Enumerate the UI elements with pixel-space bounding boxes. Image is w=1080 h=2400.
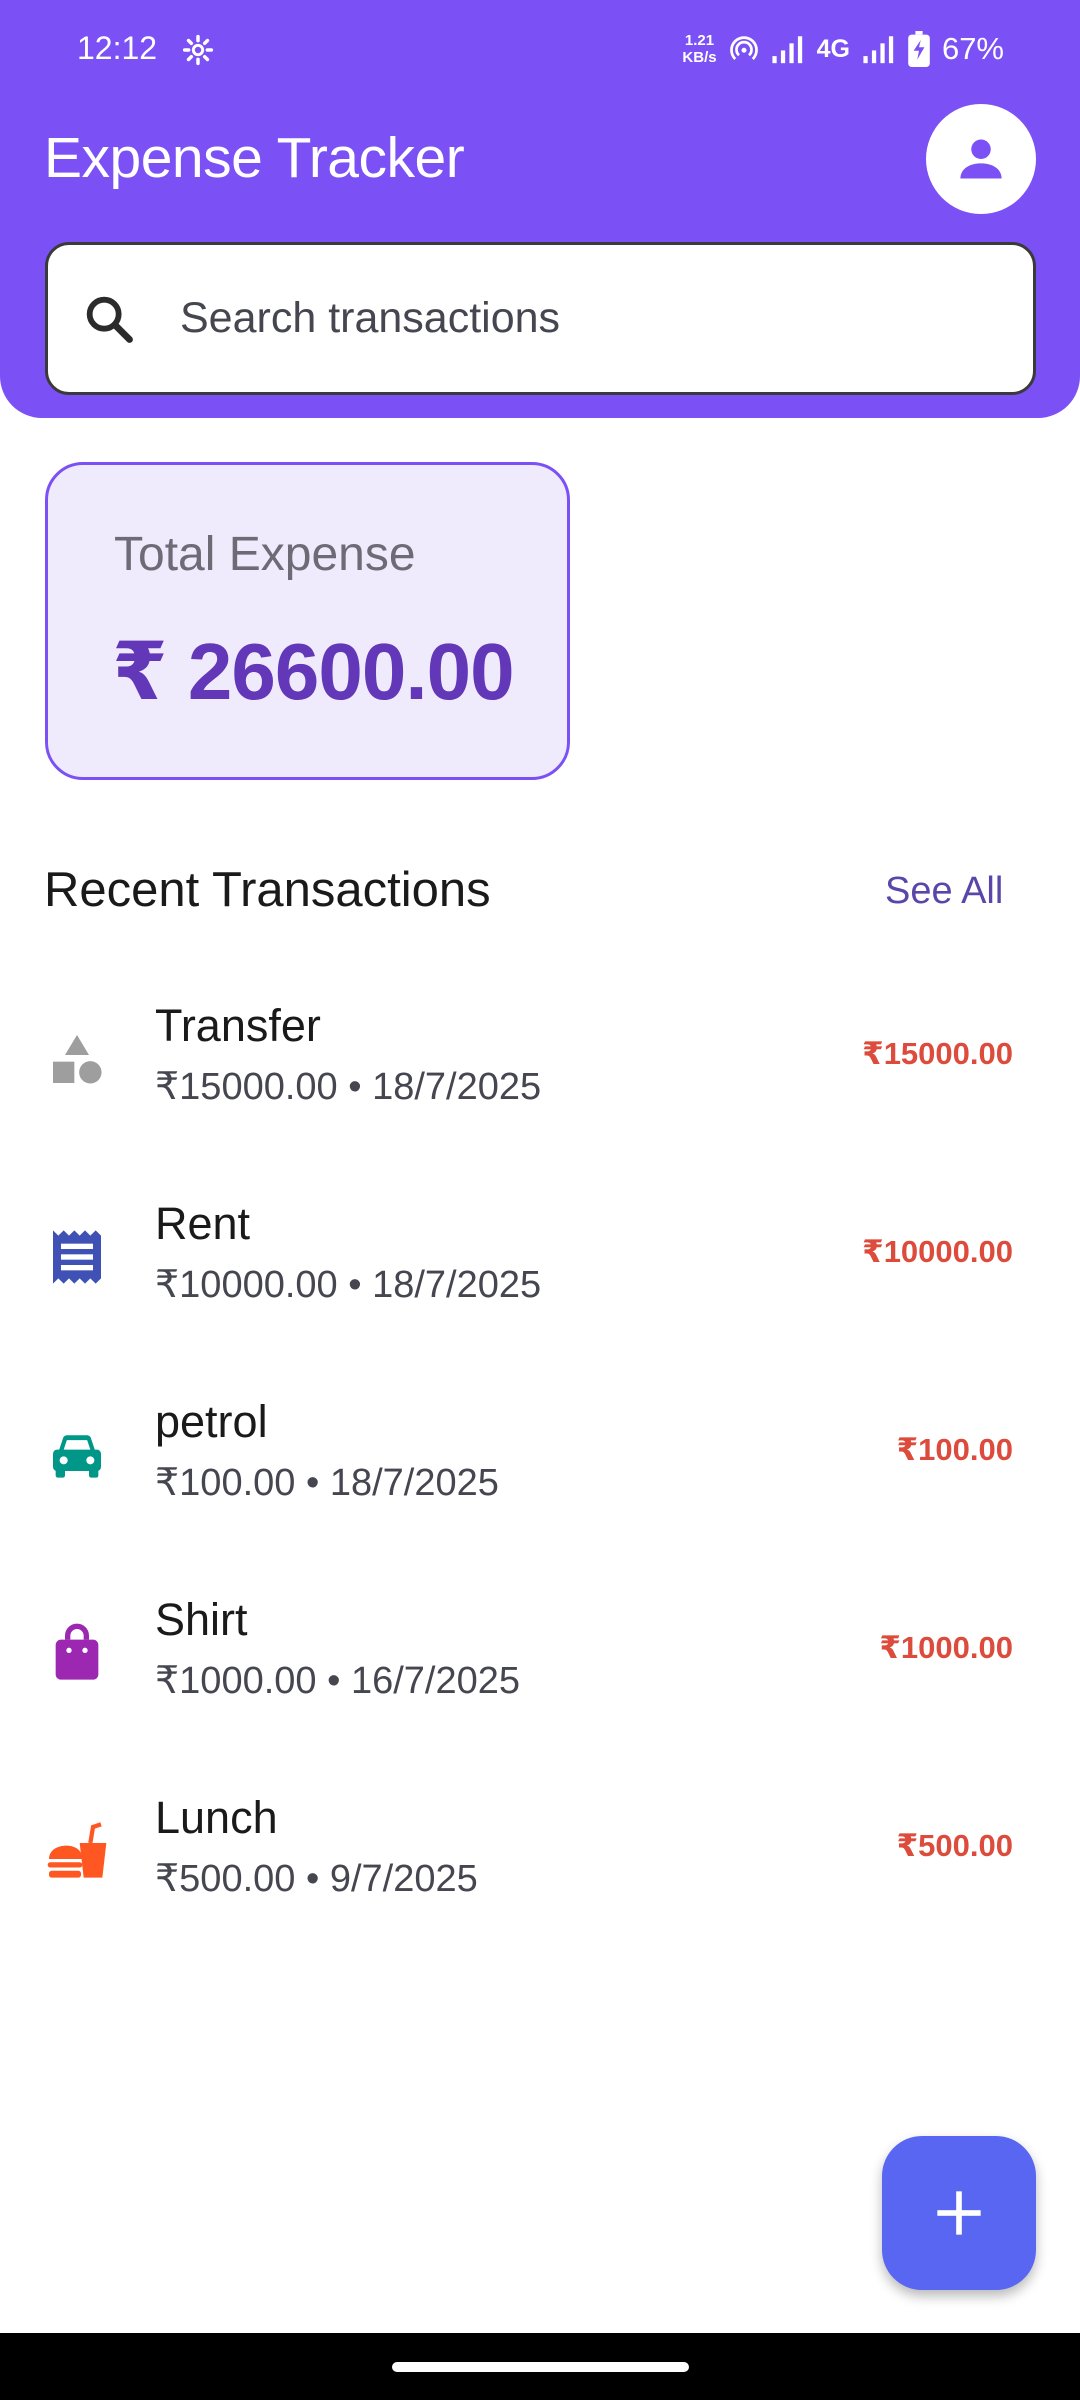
transaction-amount: ₹100.00 (896, 1432, 1013, 1467)
transaction-name: Transfer (155, 1000, 321, 1051)
transaction-row[interactable]: Rent ₹10000.00 • 18/7/2025 ₹10000.00 (0, 1158, 1080, 1356)
transaction-amount: ₹500.00 (896, 1828, 1013, 1863)
transaction-amount: ₹15000.00 (862, 1036, 1013, 1071)
see-all-link[interactable]: See All (885, 870, 1003, 913)
search-input[interactable] (180, 294, 880, 343)
profile-avatar-button[interactable] (926, 104, 1036, 214)
status-time: 12:12 (77, 30, 158, 66)
transaction-name: Shirt (155, 1594, 248, 1645)
transaction-subtitle: ₹10000.00 • 18/7/2025 (155, 1264, 542, 1306)
transaction-name: Lunch (155, 1792, 278, 1843)
search-bar[interactable] (45, 242, 1036, 395)
shopping-bag-icon (55, 1623, 99, 1680)
transaction-amount: ₹10000.00 (862, 1234, 1013, 1269)
home-indicator[interactable] (392, 2362, 689, 2372)
battery-percent: 67% (941, 31, 1004, 66)
status-indicators: 1.21 KB/s 4G 67% (682, 24, 1004, 74)
network-type: 4G (816, 34, 850, 63)
app-header: 12:12 1.21 KB/s 4G 67% Expense Tracker S… (0, 0, 1080, 418)
page-title: Expense Tracker (44, 126, 465, 190)
category-shapes-icon (53, 1035, 102, 1084)
battery-charging-icon (908, 31, 930, 67)
signal-icon (772, 36, 802, 64)
transaction-row[interactable]: Lunch ₹500.00 • 9/7/2025 ₹500.00 (0, 1752, 1080, 1950)
total-expense-label: Total Expense (114, 528, 416, 581)
transaction-row[interactable]: petrol ₹100.00 • 18/7/2025 ₹100.00 (0, 1356, 1080, 1554)
net-speed: 1.21 KB/s (682, 32, 717, 66)
hotspot-icon (729, 36, 758, 60)
transaction-row[interactable]: Shirt ₹1000.00 • 16/7/2025 ₹1000.00 (0, 1554, 1080, 1752)
add-transaction-button[interactable] (882, 2136, 1036, 2290)
fastfood-icon (47, 1822, 107, 1878)
transaction-subtitle: ₹100.00 • 18/7/2025 (155, 1462, 499, 1504)
total-expense-card: Total Expense ₹ 26600.00 (45, 462, 570, 780)
transaction-name: Rent (155, 1198, 251, 1249)
transaction-subtitle: ₹500.00 • 9/7/2025 (155, 1858, 478, 1900)
transaction-name: petrol (155, 1396, 268, 1447)
car-icon (53, 1435, 101, 1478)
transaction-subtitle: ₹15000.00 • 18/7/2025 (155, 1066, 542, 1108)
transaction-subtitle: ₹1000.00 • 16/7/2025 (155, 1660, 521, 1702)
transaction-row[interactable]: Transfer ₹15000.00 • 18/7/2025 ₹15000.00 (0, 960, 1080, 1158)
signal-icon (863, 36, 894, 64)
status-bar: 12:12 1.21 KB/s 4G 67% (0, 0, 1080, 100)
total-expense-value: ₹ 26600.00 (112, 627, 515, 716)
transaction-list: Transfer ₹15000.00 • 18/7/2025 ₹15000.00… (0, 960, 1080, 1950)
recent-transactions-title: Recent Transactions (44, 863, 491, 917)
search-icon (86, 296, 133, 343)
person-icon (960, 139, 1002, 179)
receipt-icon (53, 1230, 101, 1284)
plus-icon (937, 2191, 981, 2235)
settings-gear-icon (182, 34, 214, 66)
transaction-amount: ₹1000.00 (879, 1630, 1013, 1665)
